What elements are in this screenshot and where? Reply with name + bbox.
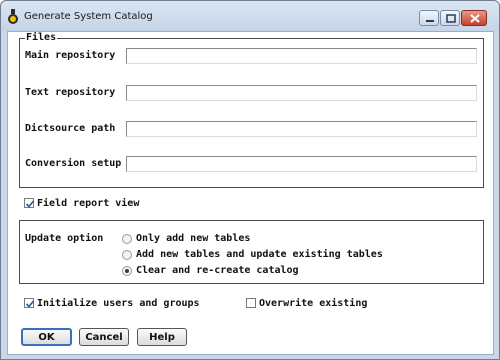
close-icon <box>470 14 480 23</box>
dictsource-path-label: Dictsource path <box>25 123 116 134</box>
main-repository-label: Main repository <box>25 50 116 61</box>
files-legend: Files <box>25 32 58 43</box>
conversion-setup-label: Conversion setup <box>25 158 122 169</box>
radio-label-only-add-new-tables: Only add new tables <box>136 233 251 244</box>
dialog-body: Files Main repository Text repository Di… <box>7 31 494 355</box>
maximize-icon <box>446 14 456 23</box>
minimize-button[interactable] <box>419 10 439 26</box>
conversion-setup-input[interactable] <box>126 156 477 172</box>
files-group: Files Main repository Text repository Di… <box>19 32 484 188</box>
close-button[interactable] <box>461 10 487 26</box>
flask-icon <box>6 9 20 25</box>
radio-only-add-new-tables[interactable] <box>122 234 132 244</box>
field-report-view-checkbox[interactable] <box>24 198 35 208</box>
update-option-group: Update option Only add new tables Add ne… <box>19 220 484 284</box>
checkmark-icon <box>25 300 35 308</box>
help-button[interactable]: Help <box>137 328 187 346</box>
window-title: Generate System Catalog <box>24 11 153 22</box>
ok-button[interactable]: OK <box>21 328 72 346</box>
radio-label-add-and-update-tables: Add new tables and update existing table… <box>136 249 383 260</box>
radio-clear-and-recreate-catalog[interactable] <box>122 266 132 276</box>
radio-add-and-update-tables[interactable] <box>122 250 132 260</box>
dialog-window: Generate System Catalog Files Main repos… <box>0 0 500 360</box>
minimize-icon <box>426 20 434 22</box>
initialize-users-label: Initialize users and groups <box>37 298 200 309</box>
radio-label-clear-and-recreate-catalog: Clear and re-create catalog <box>136 265 299 276</box>
main-repository-input[interactable] <box>126 48 477 64</box>
title-bar[interactable]: Generate System Catalog <box>1 1 499 31</box>
text-repository-label: Text repository <box>25 87 116 98</box>
update-option-label: Update option <box>25 233 104 244</box>
cancel-button[interactable]: Cancel <box>79 328 129 346</box>
dictsource-path-input[interactable] <box>126 121 477 137</box>
field-report-view-label: Field report view <box>37 198 140 209</box>
overwrite-existing-label: Overwrite existing <box>259 298 368 309</box>
text-repository-input[interactable] <box>126 85 477 101</box>
maximize-button[interactable] <box>440 10 460 26</box>
checkmark-icon <box>25 200 35 208</box>
initialize-users-checkbox[interactable] <box>24 298 35 308</box>
overwrite-existing-checkbox[interactable] <box>246 298 256 308</box>
